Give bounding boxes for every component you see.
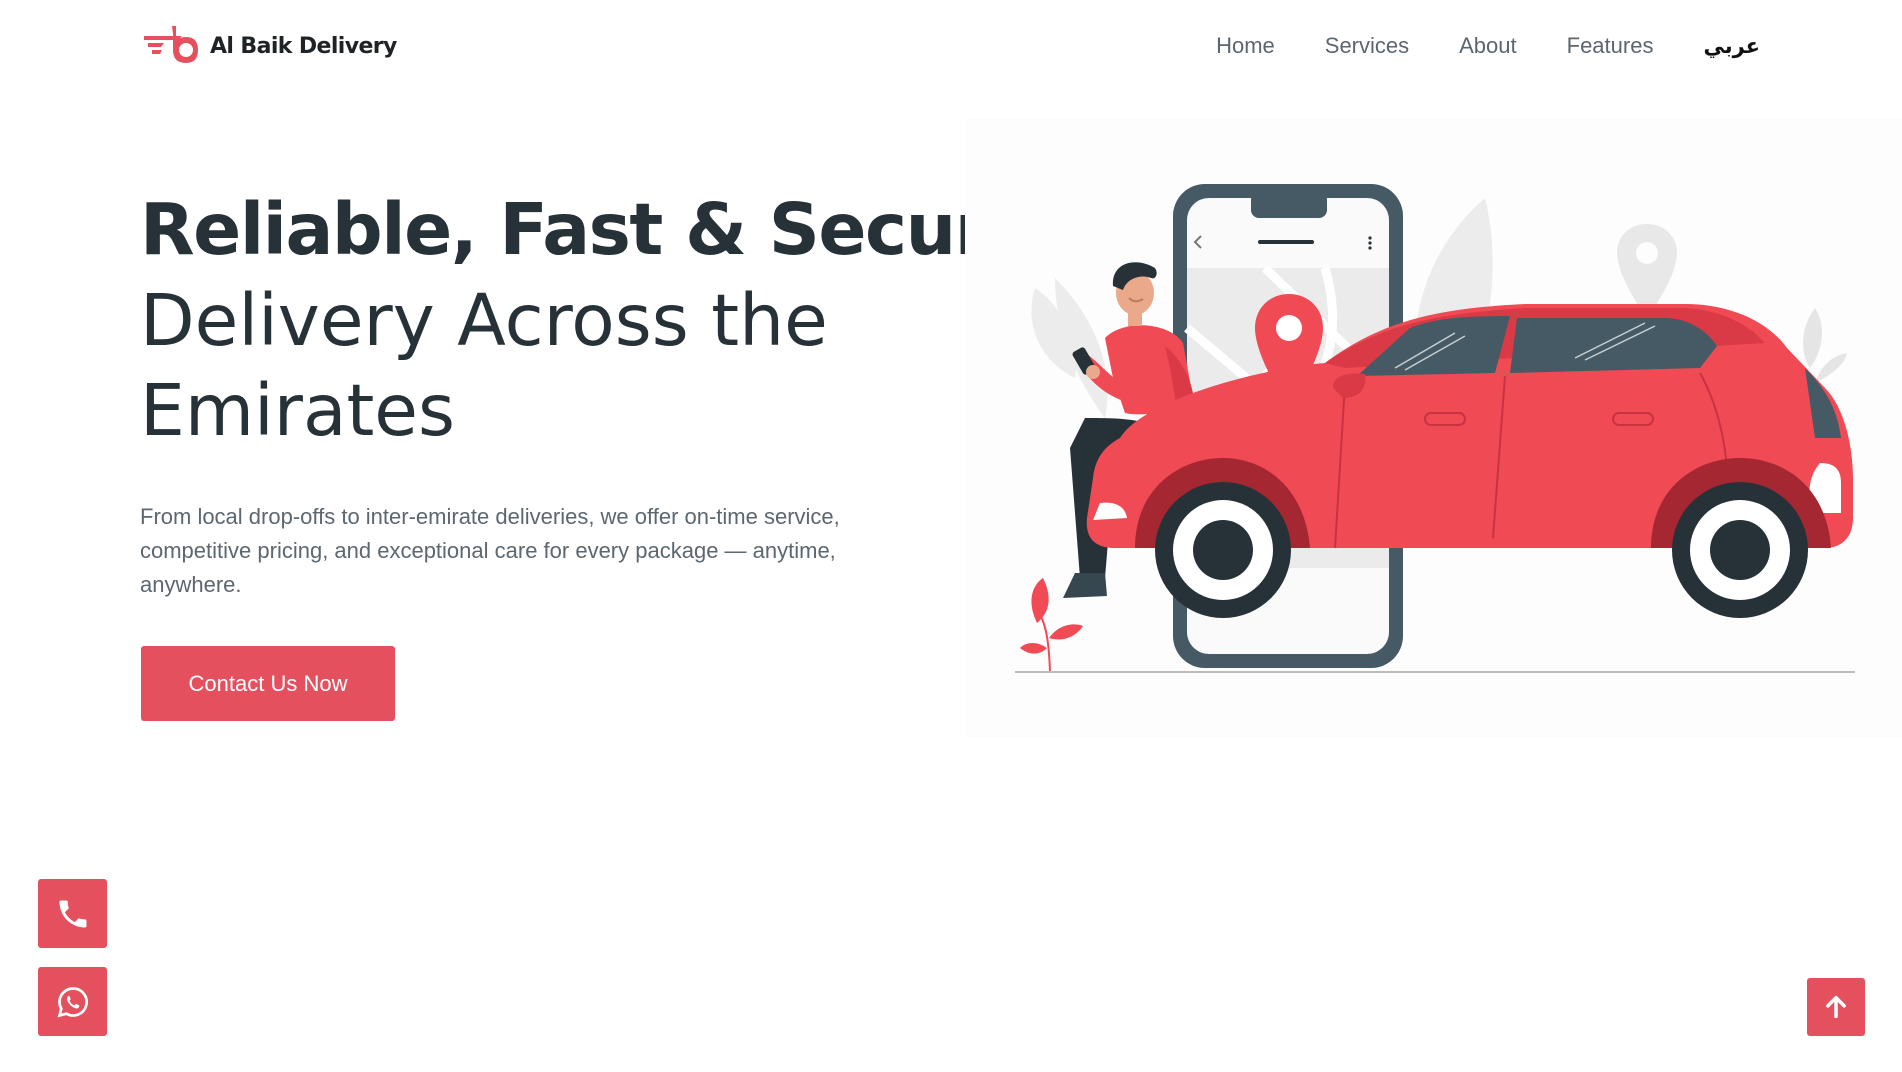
contact-us-button[interactable]: Contact Us Now [141, 646, 395, 721]
hero-illustration [965, 118, 1902, 738]
hero-title-line3: Emirates [140, 369, 455, 452]
hero-title-bold: Reliable, Fast & Secure [140, 188, 1036, 271]
nav-home[interactable]: Home [1216, 33, 1275, 59]
nav-about[interactable]: About [1459, 33, 1517, 59]
logo-icon [144, 26, 198, 63]
call-button[interactable] [38, 879, 107, 948]
whatsapp-button[interactable] [38, 967, 107, 1036]
scroll-to-top-button[interactable] [1807, 978, 1865, 1036]
nav-language-arabic[interactable]: عربي [1703, 34, 1760, 58]
whatsapp-icon [57, 986, 88, 1017]
nav-services[interactable]: Services [1325, 33, 1409, 59]
hero-title-line2: Delivery Across the [140, 279, 828, 362]
phone-icon [59, 900, 86, 927]
hero-description: From local drop-offs to inter-emirate de… [140, 504, 840, 597]
brand-logo[interactable]: Al Baik Delivery [142, 22, 397, 70]
arrow-up-icon [1826, 995, 1846, 1019]
page: Al Baik Delivery Home Services About Fea… [0, 0, 1902, 1072]
brand-name: Al Baik Delivery [210, 33, 397, 59]
nav-features[interactable]: Features [1567, 33, 1654, 59]
hero-title: Reliable, Fast & Secure Delivery Across … [140, 184, 1036, 456]
main-nav: Home Services About Features عربي [1216, 28, 1760, 64]
delivery-car-illustration [1015, 184, 1855, 674]
